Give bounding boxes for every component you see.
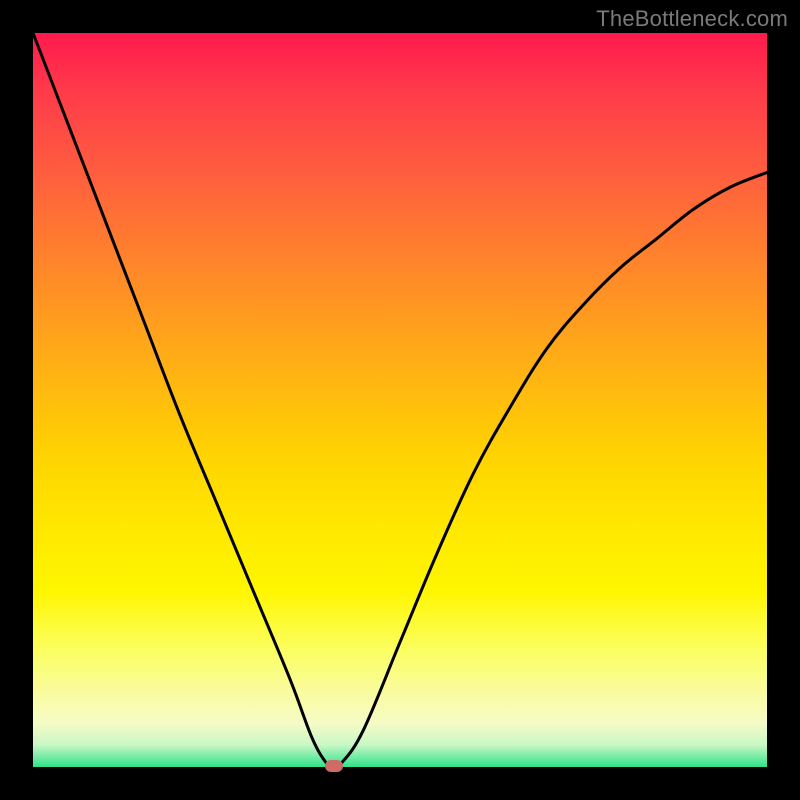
watermark-text: TheBottleneck.com bbox=[596, 6, 788, 32]
plot-area bbox=[33, 33, 767, 767]
optimum-marker bbox=[325, 760, 343, 772]
bottleneck-curve bbox=[33, 33, 767, 767]
chart-frame: TheBottleneck.com bbox=[0, 0, 800, 800]
